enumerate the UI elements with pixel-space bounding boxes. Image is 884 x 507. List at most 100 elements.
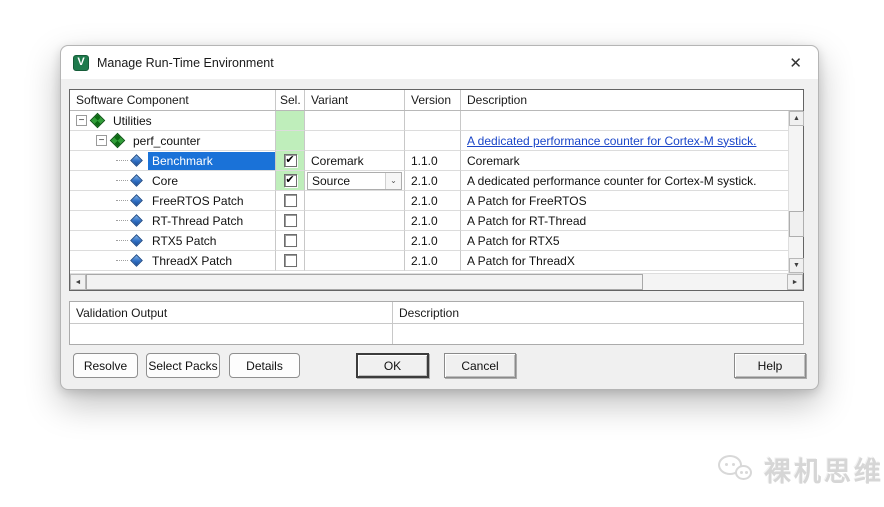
component-icon xyxy=(130,234,143,247)
watermark: 裸机思维 xyxy=(718,450,884,489)
tree-cell: Benchmark xyxy=(70,151,276,171)
component-label[interactable]: perf_counter xyxy=(129,132,204,150)
table-row: RT-Thread Patch 2.1.0 A Patch for RT-Threa… xyxy=(70,211,788,231)
variant-dropdown[interactable]: Source ⌄ xyxy=(307,171,402,190)
component-group-icon xyxy=(109,132,126,149)
component-label[interactable]: Benchmark xyxy=(148,151,275,170)
tree-collapse-icon[interactable]: − xyxy=(96,135,107,146)
wechat-icon xyxy=(718,453,758,487)
validation-output-cell xyxy=(70,324,393,344)
resolve-button[interactable]: Resolve xyxy=(73,353,138,378)
component-label[interactable]: RTX5 Patch xyxy=(148,232,220,250)
table-body: − Utilities − perf_counter A dedicated perfo… xyxy=(70,111,788,273)
version-cell: 2.1.0 xyxy=(405,251,461,271)
tree-connector xyxy=(116,220,128,221)
horizontal-scroll-thumb[interactable] xyxy=(86,274,644,290)
table-header-row: Software Component Sel. Variant Version … xyxy=(70,90,803,111)
component-label[interactable]: RT-Thread Patch xyxy=(148,212,247,230)
description-link[interactable]: A dedicated performance counter for Cort… xyxy=(467,134,756,148)
description-cell: Coremark xyxy=(461,151,788,171)
scroll-right-icon[interactable]: ► xyxy=(787,274,803,290)
header-version[interactable]: Version xyxy=(405,90,461,110)
close-icon[interactable]: ✕ xyxy=(785,54,806,72)
tree-collapse-icon[interactable]: − xyxy=(76,115,87,126)
version-cell: 2.1.0 xyxy=(405,211,461,231)
variant-cell xyxy=(305,111,405,131)
vertical-scrollbar[interactable]: ▲ ▼ xyxy=(788,111,804,273)
description-cell: A Patch for RT-Thread xyxy=(461,211,788,231)
table-row: − perf_counter A dedicated performance cou… xyxy=(70,131,788,151)
details-button[interactable]: Details xyxy=(229,353,300,378)
tree-cell: RTX5 Patch xyxy=(70,231,276,251)
component-table: Software Component Sel. Variant Version … xyxy=(69,89,804,291)
header-sel[interactable]: Sel. xyxy=(276,90,305,110)
component-label[interactable]: ThreadX Patch xyxy=(148,252,236,270)
horizontal-scrollbar[interactable]: ◄ ► xyxy=(70,273,803,290)
component-label[interactable]: FreeRTOS Patch xyxy=(148,192,248,210)
description-cell: A Patch for FreeRTOS xyxy=(461,191,788,211)
header-variant[interactable]: Variant xyxy=(305,90,405,110)
component-group-icon xyxy=(89,112,106,129)
validation-description-header: Description xyxy=(399,306,460,320)
sel-cell xyxy=(276,211,305,231)
description-cell: A dedicated performance counter for Cort… xyxy=(461,131,788,151)
sel-cell xyxy=(276,251,305,271)
watermark-text: 裸机思维 xyxy=(764,457,884,487)
version-cell: 2.1.0 xyxy=(405,191,461,211)
version-cell: 1.1.0 xyxy=(405,151,461,171)
scroll-up-icon[interactable]: ▲ xyxy=(789,111,804,126)
checkbox-unchecked[interactable] xyxy=(283,194,297,207)
tree-cell: − Utilities xyxy=(70,111,276,131)
description-cell xyxy=(461,111,788,131)
tree-cell: RT-Thread Patch xyxy=(70,211,276,231)
header-software-component[interactable]: Software Component xyxy=(70,90,276,110)
checkbox-checked[interactable]: ✔ xyxy=(283,174,297,187)
description-text: A Patch for FreeRTOS xyxy=(467,193,587,208)
tree-connector xyxy=(116,260,128,261)
version-cell xyxy=(405,111,461,131)
tree-cell: − perf_counter xyxy=(70,131,276,151)
manage-rte-dialog: V Manage Run-Time Environment ✕ Software… xyxy=(60,45,819,390)
component-icon xyxy=(130,174,143,187)
checkbox-unchecked[interactable] xyxy=(283,254,297,267)
table-row: − Utilities xyxy=(70,111,788,131)
description-cell: A Patch for ThreadX xyxy=(461,251,788,271)
variant-value: Source xyxy=(312,173,351,188)
variant-cell xyxy=(305,231,405,251)
sel-cell: ✔ xyxy=(276,151,305,171)
component-icon xyxy=(130,254,143,267)
variant-cell xyxy=(305,211,405,231)
table-row: FreeRTOS Patch 2.1.0 A Patch for FreeRTOS xyxy=(70,191,788,211)
description-text: A Patch for RT-Thread xyxy=(467,213,587,228)
ok-button[interactable]: OK xyxy=(356,353,429,378)
tree-connector xyxy=(116,200,128,201)
scroll-left-icon[interactable]: ◄ xyxy=(70,274,86,290)
vertical-scroll-thumb[interactable] xyxy=(789,211,804,238)
table-row: ThreadX Patch 2.1.0 A Patch for ThreadX xyxy=(70,251,788,271)
help-button[interactable]: Help xyxy=(734,353,806,378)
validation-description-cell xyxy=(393,324,803,344)
component-label[interactable]: Core xyxy=(148,172,182,190)
select-packs-button[interactable]: Select Packs xyxy=(146,353,220,378)
uvision-icon: V xyxy=(73,54,89,71)
cancel-button[interactable]: Cancel xyxy=(444,353,516,378)
version-cell: 2.1.0 xyxy=(405,231,461,251)
table-row: Core ✔ Source ⌄ 2.1.0 A dedicated performance… xyxy=(70,171,788,191)
tree-connector xyxy=(116,160,128,161)
variant-cell: Source ⌄ xyxy=(305,171,405,191)
variant-cell xyxy=(305,191,405,211)
table-row: RTX5 Patch 2.1.0 A Patch for RTX5 xyxy=(70,231,788,251)
checkbox-unchecked[interactable] xyxy=(283,234,297,247)
component-label[interactable]: Utilities xyxy=(109,112,156,130)
tree-cell: Core xyxy=(70,171,276,191)
variant-cell xyxy=(305,251,405,271)
tree-cell: FreeRTOS Patch xyxy=(70,191,276,211)
description-text: Coremark xyxy=(467,153,520,168)
checkbox-checked[interactable]: ✔ xyxy=(283,154,297,167)
header-description[interactable]: Description xyxy=(461,90,803,110)
validation-output-header: Validation Output xyxy=(70,302,393,323)
tree-cell: ThreadX Patch xyxy=(70,251,276,271)
scroll-down-icon[interactable]: ▼ xyxy=(789,258,804,273)
checkbox-unchecked[interactable] xyxy=(283,214,297,227)
component-icon xyxy=(130,154,143,167)
